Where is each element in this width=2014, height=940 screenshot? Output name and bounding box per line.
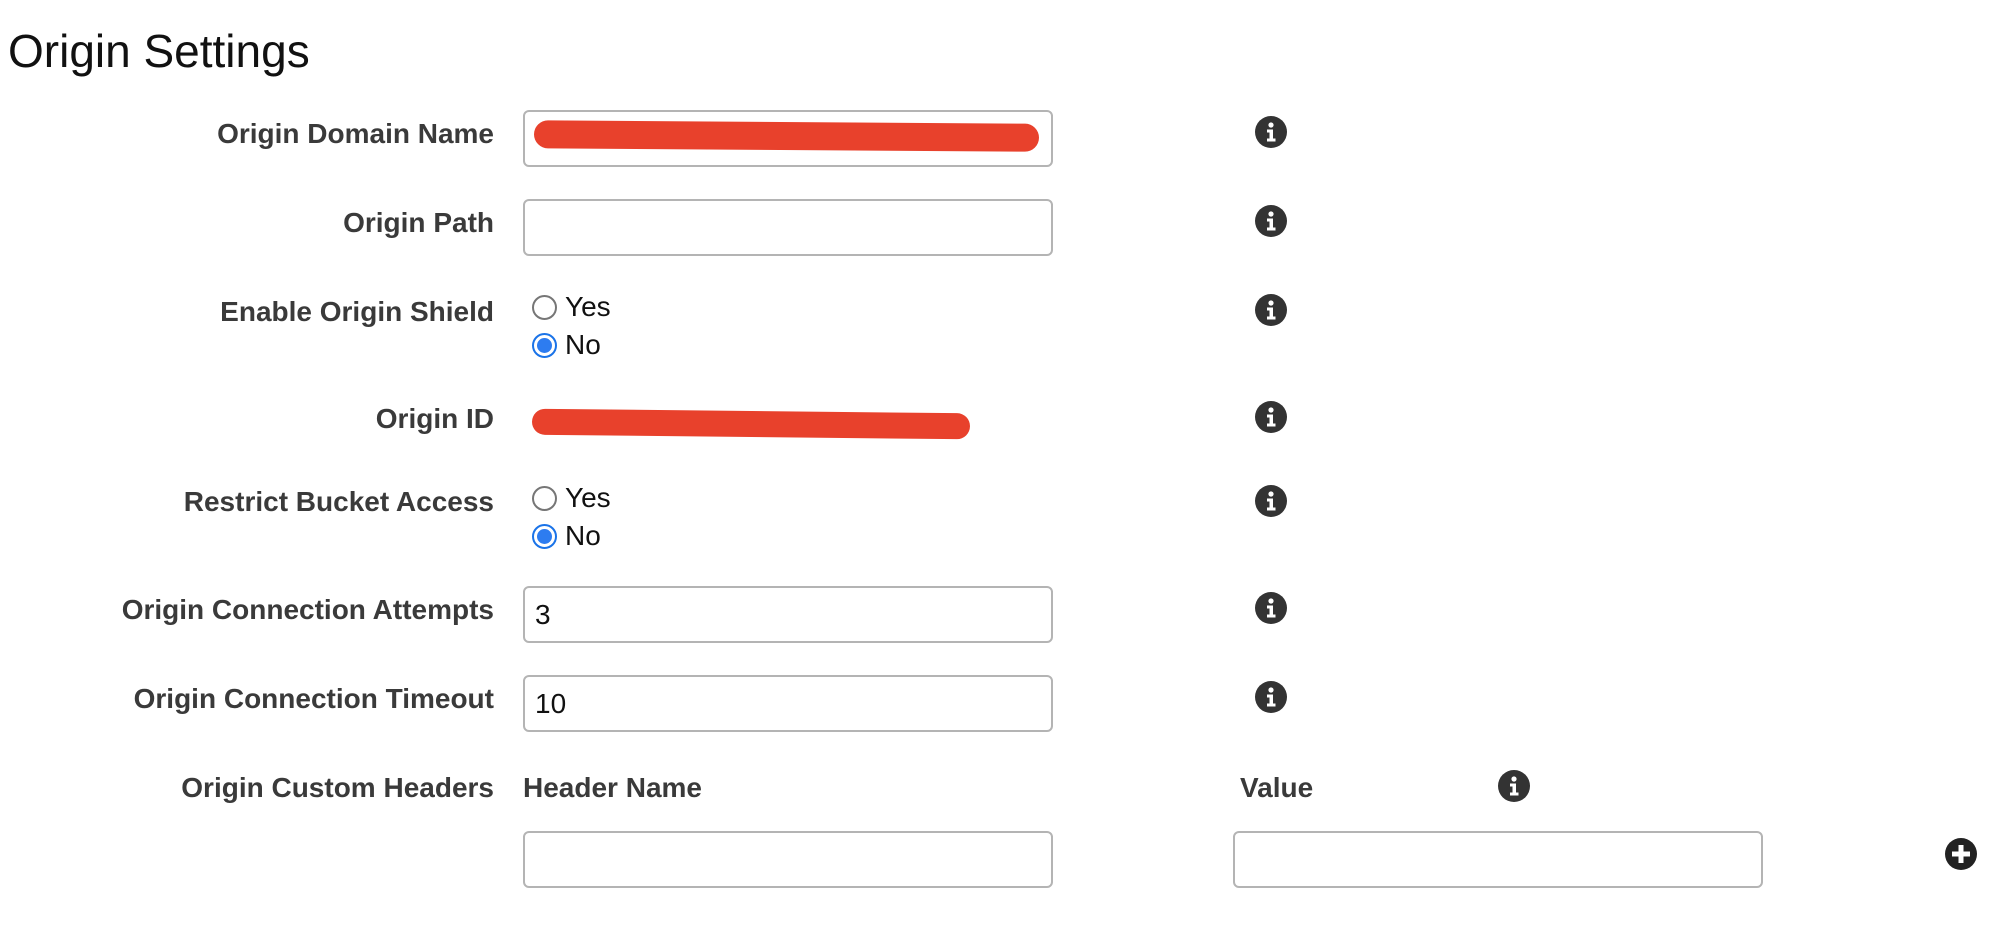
info-icon[interactable] <box>1255 485 1287 517</box>
origin-path-label: Origin Path <box>343 207 494 238</box>
header-name-column-label: Header Name <box>523 772 702 803</box>
info-icon[interactable] <box>1255 681 1287 713</box>
origin-connection-timeout-input[interactable] <box>523 675 1053 732</box>
info-icon[interactable] <box>1255 205 1287 237</box>
radio-button[interactable] <box>532 294 557 320</box>
radio-button[interactable] <box>532 485 557 511</box>
restrict-bucket-access-radio-group: Yes No <box>532 479 611 555</box>
origin-id-label: Origin ID <box>375 403 494 434</box>
origin-path-input[interactable] <box>523 199 1053 256</box>
radio-button-selected[interactable] <box>532 523 557 549</box>
page-title: Origin Settings <box>8 25 310 77</box>
header-value-input[interactable] <box>1233 831 1763 888</box>
radio-button-selected[interactable] <box>532 332 557 358</box>
origin-domain-name-label: Origin Domain Name <box>217 118 494 149</box>
restrict-bucket-access-label: Restrict Bucket Access <box>183 486 494 517</box>
redaction-mark <box>531 408 971 440</box>
info-icon[interactable] <box>1255 401 1287 433</box>
value-column-label: Value <box>1240 772 1314 803</box>
header-name-input[interactable] <box>523 831 1053 888</box>
info-icon[interactable] <box>1498 770 1530 802</box>
enable-origin-shield-option-no[interactable]: No <box>532 326 611 364</box>
info-icon[interactable] <box>1255 294 1287 326</box>
origin-connection-attempts-input[interactable] <box>523 586 1053 643</box>
enable-origin-shield-label: Enable Origin Shield <box>220 296 494 327</box>
enable-origin-shield-option-yes[interactable]: Yes <box>532 288 611 326</box>
radio-label: No <box>565 329 601 360</box>
radio-label: Yes <box>565 482 611 513</box>
radio-label: No <box>565 520 601 551</box>
restrict-bucket-access-option-no[interactable]: No <box>532 517 611 555</box>
redaction-mark <box>533 120 1040 152</box>
enable-origin-shield-radio-group: Yes No <box>532 288 611 364</box>
radio-label: Yes <box>565 291 611 322</box>
origin-connection-attempts-label: Origin Connection Attempts <box>121 594 494 625</box>
add-header-plus-icon[interactable] <box>1945 838 1977 870</box>
info-icon[interactable] <box>1255 592 1287 624</box>
origin-connection-timeout-label: Origin Connection Timeout <box>133 683 494 714</box>
info-icon[interactable] <box>1255 116 1287 148</box>
restrict-bucket-access-option-yes[interactable]: Yes <box>532 479 611 517</box>
origin-custom-headers-label: Origin Custom Headers <box>181 772 494 803</box>
